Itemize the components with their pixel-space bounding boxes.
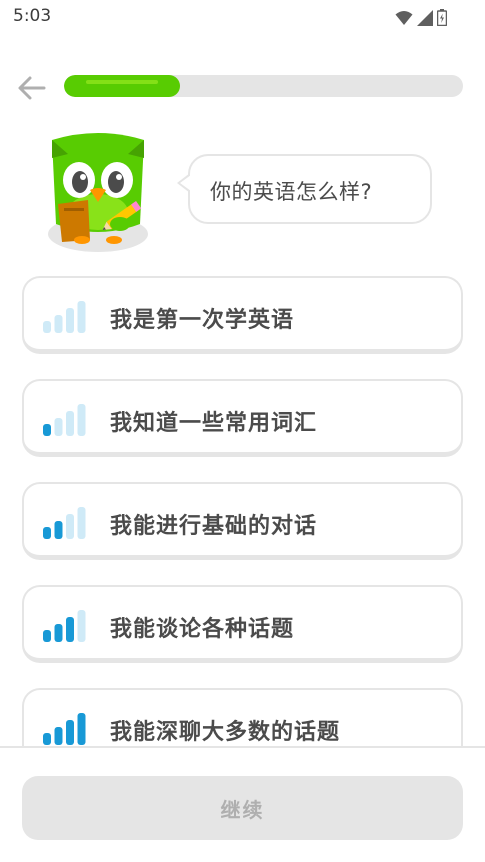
option-label: 我知道一些常用词汇 (110, 411, 318, 436)
option-label: 我是第一次学英语 (110, 308, 295, 333)
option-label: 我能深聊大多数的话题 (110, 720, 341, 745)
option-4[interactable]: 我能谈论各种话题 (22, 585, 463, 663)
signal-bar-1 (43, 424, 51, 436)
progress-highlight (86, 80, 158, 84)
signal-bar-1 (43, 321, 51, 333)
signal-bar-2 (54, 624, 63, 642)
signal-bar-4 (77, 404, 86, 436)
proficiency-options: 我是第一次学英语 我知道一些常用词汇 我能进行基础的对话 我能谈论各种话题我能深聊大多… (22, 276, 463, 766)
signal-level-icon (43, 713, 86, 745)
signal-bar-2 (54, 521, 63, 539)
wifi-icon (395, 10, 413, 25)
option-label: 我能谈论各种话题 (110, 617, 295, 642)
lesson-progress-bar (64, 75, 463, 97)
question-text: 你的英语怎么样? (210, 180, 373, 204)
option-3[interactable]: 我能进行基础的对话 (22, 482, 463, 560)
option-label: 我能进行基础的对话 (110, 514, 318, 539)
progress-fill (64, 75, 180, 97)
option-1[interactable]: 我是第一次学英语 (22, 276, 463, 354)
signal-bar-1 (43, 527, 51, 539)
signal-level-icon (43, 404, 86, 436)
signal-bar-3 (66, 308, 74, 333)
signal-level-icon (43, 610, 86, 642)
signal-bar-1 (43, 630, 51, 642)
signal-bar-4 (77, 507, 86, 539)
signal-bar-4 (77, 301, 86, 333)
signal-bar-4 (77, 713, 86, 745)
option-2[interactable]: 我知道一些常用词汇 (22, 379, 463, 457)
continue-button[interactable]: 继续 (22, 776, 463, 840)
status-icons (395, 9, 447, 26)
signal-icon (417, 9, 433, 26)
signal-bar-4 (77, 610, 86, 642)
status-time: 5:03 (13, 6, 52, 26)
signal-level-icon (43, 507, 86, 539)
signal-bar-1 (43, 733, 51, 745)
status-bar: 5:03 (0, 0, 485, 34)
signal-bar-2 (54, 727, 63, 745)
signal-bar-3 (66, 720, 74, 745)
signal-bar-3 (66, 617, 74, 642)
duo-owl-mascot (48, 133, 148, 252)
signal-bar-3 (66, 514, 74, 539)
back-arrow-icon (18, 76, 46, 100)
battery-icon (437, 9, 447, 26)
signal-bar-2 (54, 418, 63, 436)
signal-bar-3 (66, 411, 74, 436)
speech-bubble: 你的英语怎么样? (177, 154, 432, 224)
signal-bar-2 (54, 315, 63, 333)
back-button[interactable] (16, 72, 48, 104)
signal-level-icon (43, 301, 86, 333)
speech-bubble-tail (177, 173, 191, 193)
